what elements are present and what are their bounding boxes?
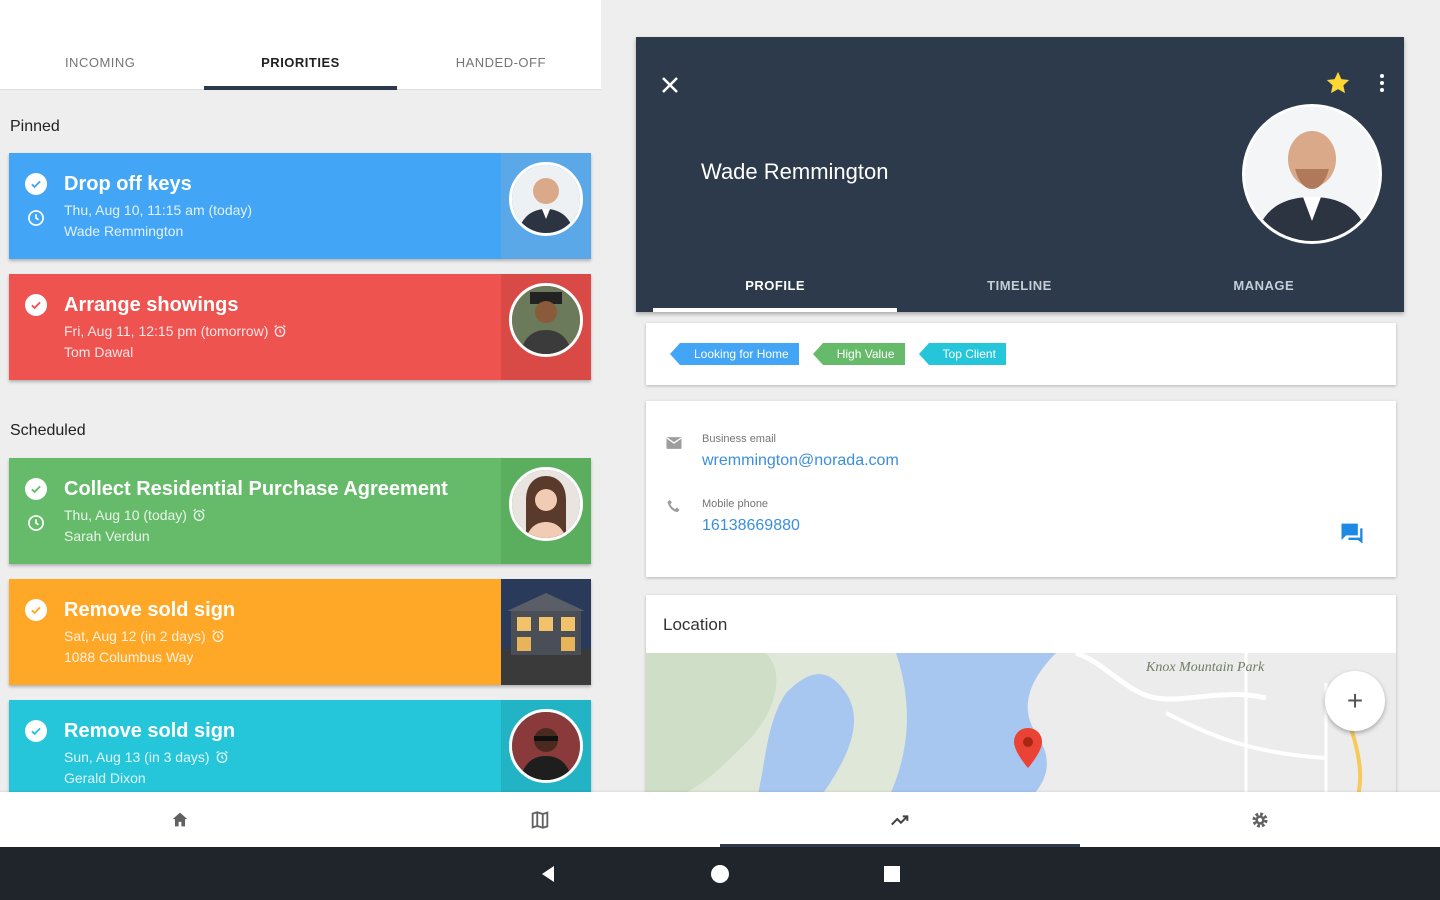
alarm-icon <box>274 324 287 337</box>
tag-list: Looking for Home High Value Top Client <box>646 323 1396 385</box>
task-card[interactable]: Remove sold sign Sun, Aug 13 (in 3 days)… <box>9 700 591 792</box>
task-title: Drop off keys <box>64 173 192 195</box>
location-title: Location <box>663 615 728 634</box>
alarm-icon <box>215 750 228 763</box>
task-card[interactable]: Drop off keys Thu, Aug 10, 11:15 am (tod… <box>9 153 591 259</box>
avatar <box>1242 104 1382 244</box>
tag-chip[interactable]: High Value <box>812 343 905 365</box>
task-datetime-text: Thu, Aug 10 (today) <box>64 507 187 523</box>
task-datetime: Sun, Aug 13 (in 3 days) <box>64 749 230 765</box>
check-icon[interactable] <box>25 720 47 742</box>
avatar <box>501 700 591 792</box>
alarm-icon <box>193 508 205 521</box>
task-datetime: Thu, Aug 10, 11:15 am (today) <box>64 202 252 218</box>
task-datetime-text: Thu, Aug 10, 11:15 am (today) <box>64 202 253 218</box>
avatar <box>501 274 591 380</box>
email-label: Business email <box>702 433 776 445</box>
check-icon[interactable] <box>25 599 47 621</box>
home-icon <box>172 812 188 826</box>
close-icon[interactable] <box>656 71 684 99</box>
email-link[interactable]: wremmington@norada.com <box>702 452 899 470</box>
back-button[interactable] <box>537 863 559 885</box>
property-photo <box>501 579 591 685</box>
tab-priorities[interactable]: PRIORITIES <box>200 0 400 90</box>
check-icon[interactable] <box>25 294 47 316</box>
tab-timeline[interactable]: TIMELINE <box>897 262 1141 312</box>
profile-tabs: PROFILE TIMELINE MANAGE <box>653 262 1386 312</box>
trending-up-icon <box>891 814 909 825</box>
nav-trending[interactable] <box>720 792 1080 847</box>
tag-chip[interactable]: Top Client <box>918 343 1006 365</box>
tab-profile[interactable]: PROFILE <box>653 262 898 312</box>
location-card: Location Knox Mountain Park + <box>646 595 1396 792</box>
task-contact: Sarah Verdun <box>64 528 150 544</box>
email-icon <box>666 437 682 449</box>
section-scheduled: Scheduled <box>10 422 86 439</box>
task-datetime-text: Sat, Aug 12 (in 2 days) <box>64 628 206 644</box>
task-datetime-text: Sun, Aug 13 (in 3 days) <box>64 749 210 765</box>
recents-button[interactable] <box>881 863 903 885</box>
task-tabs: INCOMING PRIORITIES HANDED-OFF <box>0 0 601 90</box>
task-contact: Wade Remmington <box>64 223 184 239</box>
task-title: Remove sold sign <box>64 720 236 742</box>
check-icon[interactable] <box>25 478 47 500</box>
location-map[interactable]: Knox Mountain Park <box>646 653 1396 792</box>
nav-home[interactable] <box>0 792 360 847</box>
task-datetime: Thu, Aug 10 (today) <box>64 507 207 523</box>
recents-icon <box>884 865 900 882</box>
task-contact: Gerald Dixon <box>64 770 146 786</box>
tab-handed-off[interactable]: HANDED-OFF <box>401 0 601 90</box>
tab-incoming[interactable]: INCOMING <box>0 0 200 90</box>
phone-link[interactable]: 16138669880 <box>702 517 800 535</box>
contact-detail-pane: Wade Remmington PROFILE TIMELINE MANAGE … <box>601 0 1440 792</box>
task-datetime: Fri, Aug 11, 12:15 pm (tomorrow) <box>64 323 288 339</box>
task-contact: Tom Dawal <box>64 344 134 360</box>
task-card[interactable]: Collect Residential Purchase Agreement T… <box>9 458 591 564</box>
task-title: Remove sold sign <box>64 599 236 621</box>
check-icon[interactable] <box>25 173 47 195</box>
add-button[interactable]: + <box>1325 671 1385 731</box>
task-contact: 1088 Columbus Way <box>64 649 194 665</box>
alarm-icon <box>211 629 224 642</box>
system-navigation-bar <box>0 847 1440 900</box>
task-title: Collect Residential Purchase Agreement <box>64 478 448 500</box>
task-list-pane: INCOMING PRIORITIES HANDED-OFF Pinned Dr… <box>0 0 601 792</box>
avatar <box>501 458 591 564</box>
map-park-label: Knox Mountain Park <box>1145 660 1265 675</box>
home-system-button[interactable] <box>709 863 731 885</box>
bottom-navigation <box>0 792 1440 847</box>
contact-info-card: Business email wremmington@norada.com Mo… <box>646 401 1396 577</box>
section-pinned: Pinned <box>10 118 60 135</box>
nav-map[interactable] <box>360 792 720 847</box>
clock-icon <box>28 210 44 226</box>
task-card[interactable]: Remove sold sign Sat, Aug 12 (in 2 days)… <box>9 579 591 685</box>
nav-settings[interactable] <box>1080 792 1440 847</box>
back-icon <box>542 865 554 882</box>
task-card[interactable]: Arrange showings Fri, Aug 11, 12:15 pm (… <box>9 274 591 380</box>
avatar <box>501 153 591 259</box>
more-vert-icon[interactable] <box>1370 69 1394 97</box>
phone-icon <box>667 499 680 512</box>
task-datetime-text: Fri, Aug 11, 12:15 pm (tomorrow) <box>64 323 269 339</box>
map-icon <box>531 810 549 829</box>
tag-chip[interactable]: Looking for Home <box>670 343 799 365</box>
tab-manage[interactable]: MANAGE <box>1142 262 1386 312</box>
phone-label: Mobile phone <box>702 498 769 510</box>
star-icon[interactable] <box>1324 69 1352 97</box>
clock-icon <box>28 515 44 531</box>
task-datetime: Sat, Aug 12 (in 2 days) <box>64 628 226 644</box>
contact-name: Wade Remmington <box>701 159 889 184</box>
profile-header: Wade Remmington PROFILE TIMELINE MANAGE <box>636 37 1404 312</box>
home-circle-icon <box>711 864 729 883</box>
chat-icon[interactable] <box>1338 519 1366 547</box>
task-title: Arrange showings <box>64 294 239 316</box>
settings-icon <box>1252 811 1268 828</box>
